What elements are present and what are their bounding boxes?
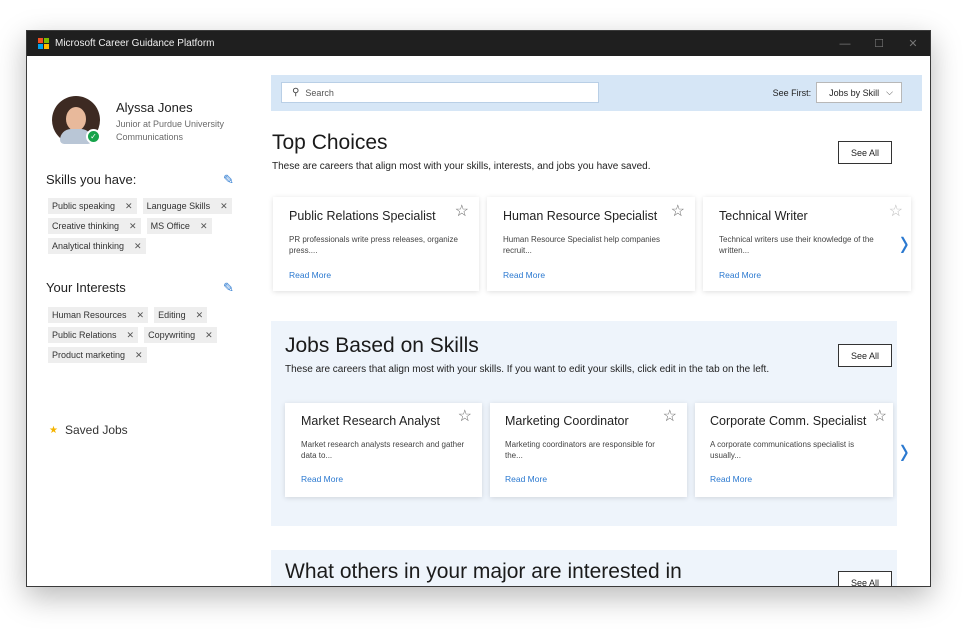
major-section-title: What others in your major are interested… [285, 560, 682, 583]
career-card[interactable]: Public Relations Specialist ☆ PR profess… [273, 197, 479, 291]
profile-card: ✓ Alyssa Jones Junior at Purdue Universi… [52, 96, 224, 144]
verified-check-icon: ✓ [86, 129, 101, 144]
title-bar: Microsoft Career Guidance Platform — ☐ ✕ [27, 31, 930, 56]
see-first-label: See First: [772, 87, 812, 98]
card-title: Human Resource Specialist [503, 209, 658, 223]
remove-tag-icon[interactable]: ✕ [137, 310, 145, 321]
skill-tag: Public speaking ✕ [48, 198, 137, 214]
star-outline-icon[interactable]: ☆ [455, 204, 469, 220]
interests-tags: Human Resources ✕ Editing ✕ Public Relatio… [48, 307, 248, 363]
card-title: Public Relations Specialist [289, 209, 436, 223]
window-title: Microsoft Career Guidance Platform [55, 38, 215, 49]
next-arrow-icon[interactable]: › [900, 426, 909, 476]
profile-name: Alyssa Jones [116, 100, 193, 115]
interest-tag: Public Relations ✕ [48, 327, 139, 343]
remove-tag-icon[interactable]: ✕ [125, 201, 133, 212]
remove-tag-icon[interactable]: ✕ [129, 221, 137, 232]
card-desc: Human Resource Specialist help companies… [503, 235, 660, 255]
read-more-link[interactable]: Read More [719, 270, 761, 280]
career-card[interactable]: Technical Writer ☆ Technical writers use… [703, 197, 911, 291]
remove-tag-icon[interactable]: ✕ [205, 330, 213, 341]
card-desc: A corporate communications specialist is… [710, 440, 855, 460]
card-title: Technical Writer [719, 209, 808, 223]
minimize-button[interactable]: — [828, 31, 862, 56]
top-choices-see-all-button[interactable]: See All [838, 141, 892, 164]
card-desc: Market research analysts research and ga… [301, 440, 465, 460]
close-button[interactable]: ✕ [896, 31, 930, 56]
saved-jobs-link[interactable]: ★ Saved Jobs [49, 423, 128, 437]
card-desc: PR professionals write press releases, o… [289, 235, 458, 255]
search-icon: ⚲ [292, 87, 300, 98]
remove-tag-icon[interactable]: ✕ [135, 350, 143, 361]
career-card[interactable]: Human Resource Specialist ☆ Human Resour… [487, 197, 695, 291]
profile-school: Junior at Purdue University [116, 119, 225, 129]
main-content: ⚲ Search See First: Jobs by Skill ⌵ Top … [271, 75, 922, 586]
sort-dropdown[interactable]: Jobs by Skill ⌵ [816, 82, 902, 103]
remove-tag-icon[interactable]: ✕ [196, 310, 204, 321]
major-see-all-button[interactable]: See All [838, 571, 892, 586]
star-outline-icon[interactable]: ☆ [671, 204, 685, 220]
card-title: Corporate Comm. Specialist [710, 414, 867, 428]
remove-tag-icon[interactable]: ✕ [127, 330, 135, 341]
microsoft-logo-icon [38, 38, 49, 49]
edit-interests-icon[interactable]: ✎ [223, 281, 236, 294]
interest-tag: Copywriting ✕ [144, 327, 217, 343]
sidebar: ✓ Alyssa Jones Junior at Purdue Universi… [27, 56, 262, 586]
skill-tag: MS Office ✕ [146, 218, 212, 234]
read-more-link[interactable]: Read More [505, 474, 547, 484]
remove-tag-icon[interactable]: ✕ [134, 241, 142, 252]
remove-tag-icon[interactable]: ✕ [220, 201, 228, 212]
card-desc: Technical writers use their knowledge of… [719, 235, 874, 255]
card-title: Market Research Analyst [301, 414, 440, 428]
skill-tag: Creative thinking ✕ [48, 218, 141, 234]
search-input[interactable]: ⚲ Search [281, 82, 599, 103]
card-title: Marketing Coordinator [505, 414, 629, 428]
maximize-button[interactable]: ☐ [862, 31, 896, 56]
remove-tag-icon[interactable]: ✕ [200, 221, 208, 232]
saved-jobs-label: Saved Jobs [64, 423, 128, 437]
search-bar: ⚲ Search See First: Jobs by Skill ⌵ [271, 75, 922, 111]
skills-heading: Skills you have: [46, 172, 137, 187]
career-card[interactable]: Corporate Comm. Specialist ☆ A corporate… [695, 403, 893, 497]
app-window: Microsoft Career Guidance Platform — ☐ ✕… [26, 30, 931, 587]
skill-tag: Language Skills ✕ [142, 198, 232, 214]
jobs-skills-see-all-button[interactable]: See All [838, 344, 892, 367]
interest-tag: Editing ✕ [154, 307, 208, 323]
card-desc: Marketing coordinators are responsible f… [505, 440, 655, 460]
skills-tags: Public speaking ✕ Language Skills ✕ Creati… [48, 198, 248, 254]
read-more-link[interactable]: Read More [301, 474, 343, 484]
top-choices-desc: These are careers that align most with y… [272, 161, 651, 172]
interest-tag: Product marketing ✕ [48, 347, 147, 363]
interest-tag: Human Resources ✕ [48, 307, 149, 323]
star-outline-icon[interactable]: ☆ [458, 409, 472, 425]
star-outline-icon[interactable]: ☆ [663, 409, 677, 425]
chevron-down-icon: ⌵ [886, 87, 893, 97]
star-icon: ★ [49, 424, 58, 436]
star-outline-icon[interactable]: ☆ [873, 409, 887, 425]
read-more-link[interactable]: Read More [289, 270, 331, 280]
profile-major: Communications [116, 132, 184, 142]
skill-tag: Analytical thinking ✕ [48, 238, 146, 254]
read-more-link[interactable]: Read More [710, 474, 752, 484]
edit-skills-icon[interactable]: ✎ [223, 173, 236, 186]
next-arrow-icon[interactable]: › [900, 218, 909, 268]
top-choices-title: Top Choices [272, 131, 388, 154]
career-card[interactable]: Marketing Coordinator ☆ Marketing coordi… [490, 403, 687, 497]
interests-heading: Your Interests [46, 280, 126, 295]
read-more-link[interactable]: Read More [503, 270, 545, 280]
career-card[interactable]: Market Research Analyst ☆ Market researc… [285, 403, 482, 497]
avatar[interactable]: ✓ [52, 96, 101, 144]
jobs-skills-desc: These are careers that align most with y… [285, 364, 770, 375]
jobs-skills-title: Jobs Based on Skills [285, 334, 479, 357]
search-placeholder: Search [305, 87, 334, 98]
